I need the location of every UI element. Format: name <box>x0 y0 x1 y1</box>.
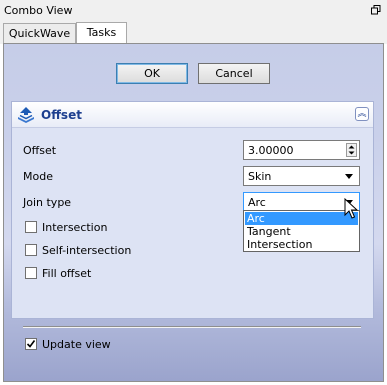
join-option-intersection[interactable]: Intersection <box>245 238 358 251</box>
offset-spinbox[interactable]: 3.00000 <box>243 140 360 160</box>
join-option-tangent[interactable]: Tangent <box>245 225 358 238</box>
title-bar: Combo View <box>0 0 387 22</box>
intersection-checkbox[interactable] <box>25 221 37 233</box>
separator <box>23 326 361 328</box>
offset-label: Offset <box>23 144 57 157</box>
update-view-checkbox[interactable] <box>25 338 37 350</box>
window-title: Combo View <box>4 4 73 17</box>
cancel-button[interactable]: Cancel <box>198 63 270 84</box>
join-type-dropdown-list: Arc Tangent Intersection <box>243 210 360 252</box>
collapse-chevrons-icon[interactable]: ︽ <box>355 107 369 121</box>
mode-combobox[interactable]: Skin <box>243 166 360 186</box>
checkmark-icon <box>26 340 36 348</box>
update-view-label: Update view <box>42 338 111 351</box>
mode-label: Mode <box>23 170 53 183</box>
ok-button[interactable]: OK <box>116 63 188 84</box>
spin-arrows-icon[interactable] <box>346 143 357 157</box>
join-type-combobox[interactable]: Arc <box>243 192 360 212</box>
join-type-value: Arc <box>248 196 266 209</box>
tab-tasks[interactable]: Tasks <box>76 22 127 44</box>
self-intersection-checkbox[interactable] <box>25 244 37 256</box>
join-type-label: Join type <box>23 196 72 209</box>
dropdown-arrow-icon <box>345 174 353 179</box>
float-window-icon[interactable] <box>371 5 381 15</box>
mode-value: Skin <box>248 170 272 183</box>
tab-quickwave[interactable]: QuickWave <box>3 23 76 44</box>
offset-taskbox-title: Offset <box>41 108 82 122</box>
offset-value: 3.00000 <box>248 144 294 157</box>
intersection-label: Intersection <box>42 221 108 234</box>
self-intersection-label: Self-intersection <box>42 244 132 257</box>
fill-offset-checkbox[interactable] <box>25 267 37 279</box>
fill-offset-label: Fill offset <box>42 267 92 280</box>
offset-tool-icon <box>18 107 34 123</box>
join-option-arc[interactable]: Arc <box>245 212 358 225</box>
mouse-cursor-icon <box>344 198 358 219</box>
